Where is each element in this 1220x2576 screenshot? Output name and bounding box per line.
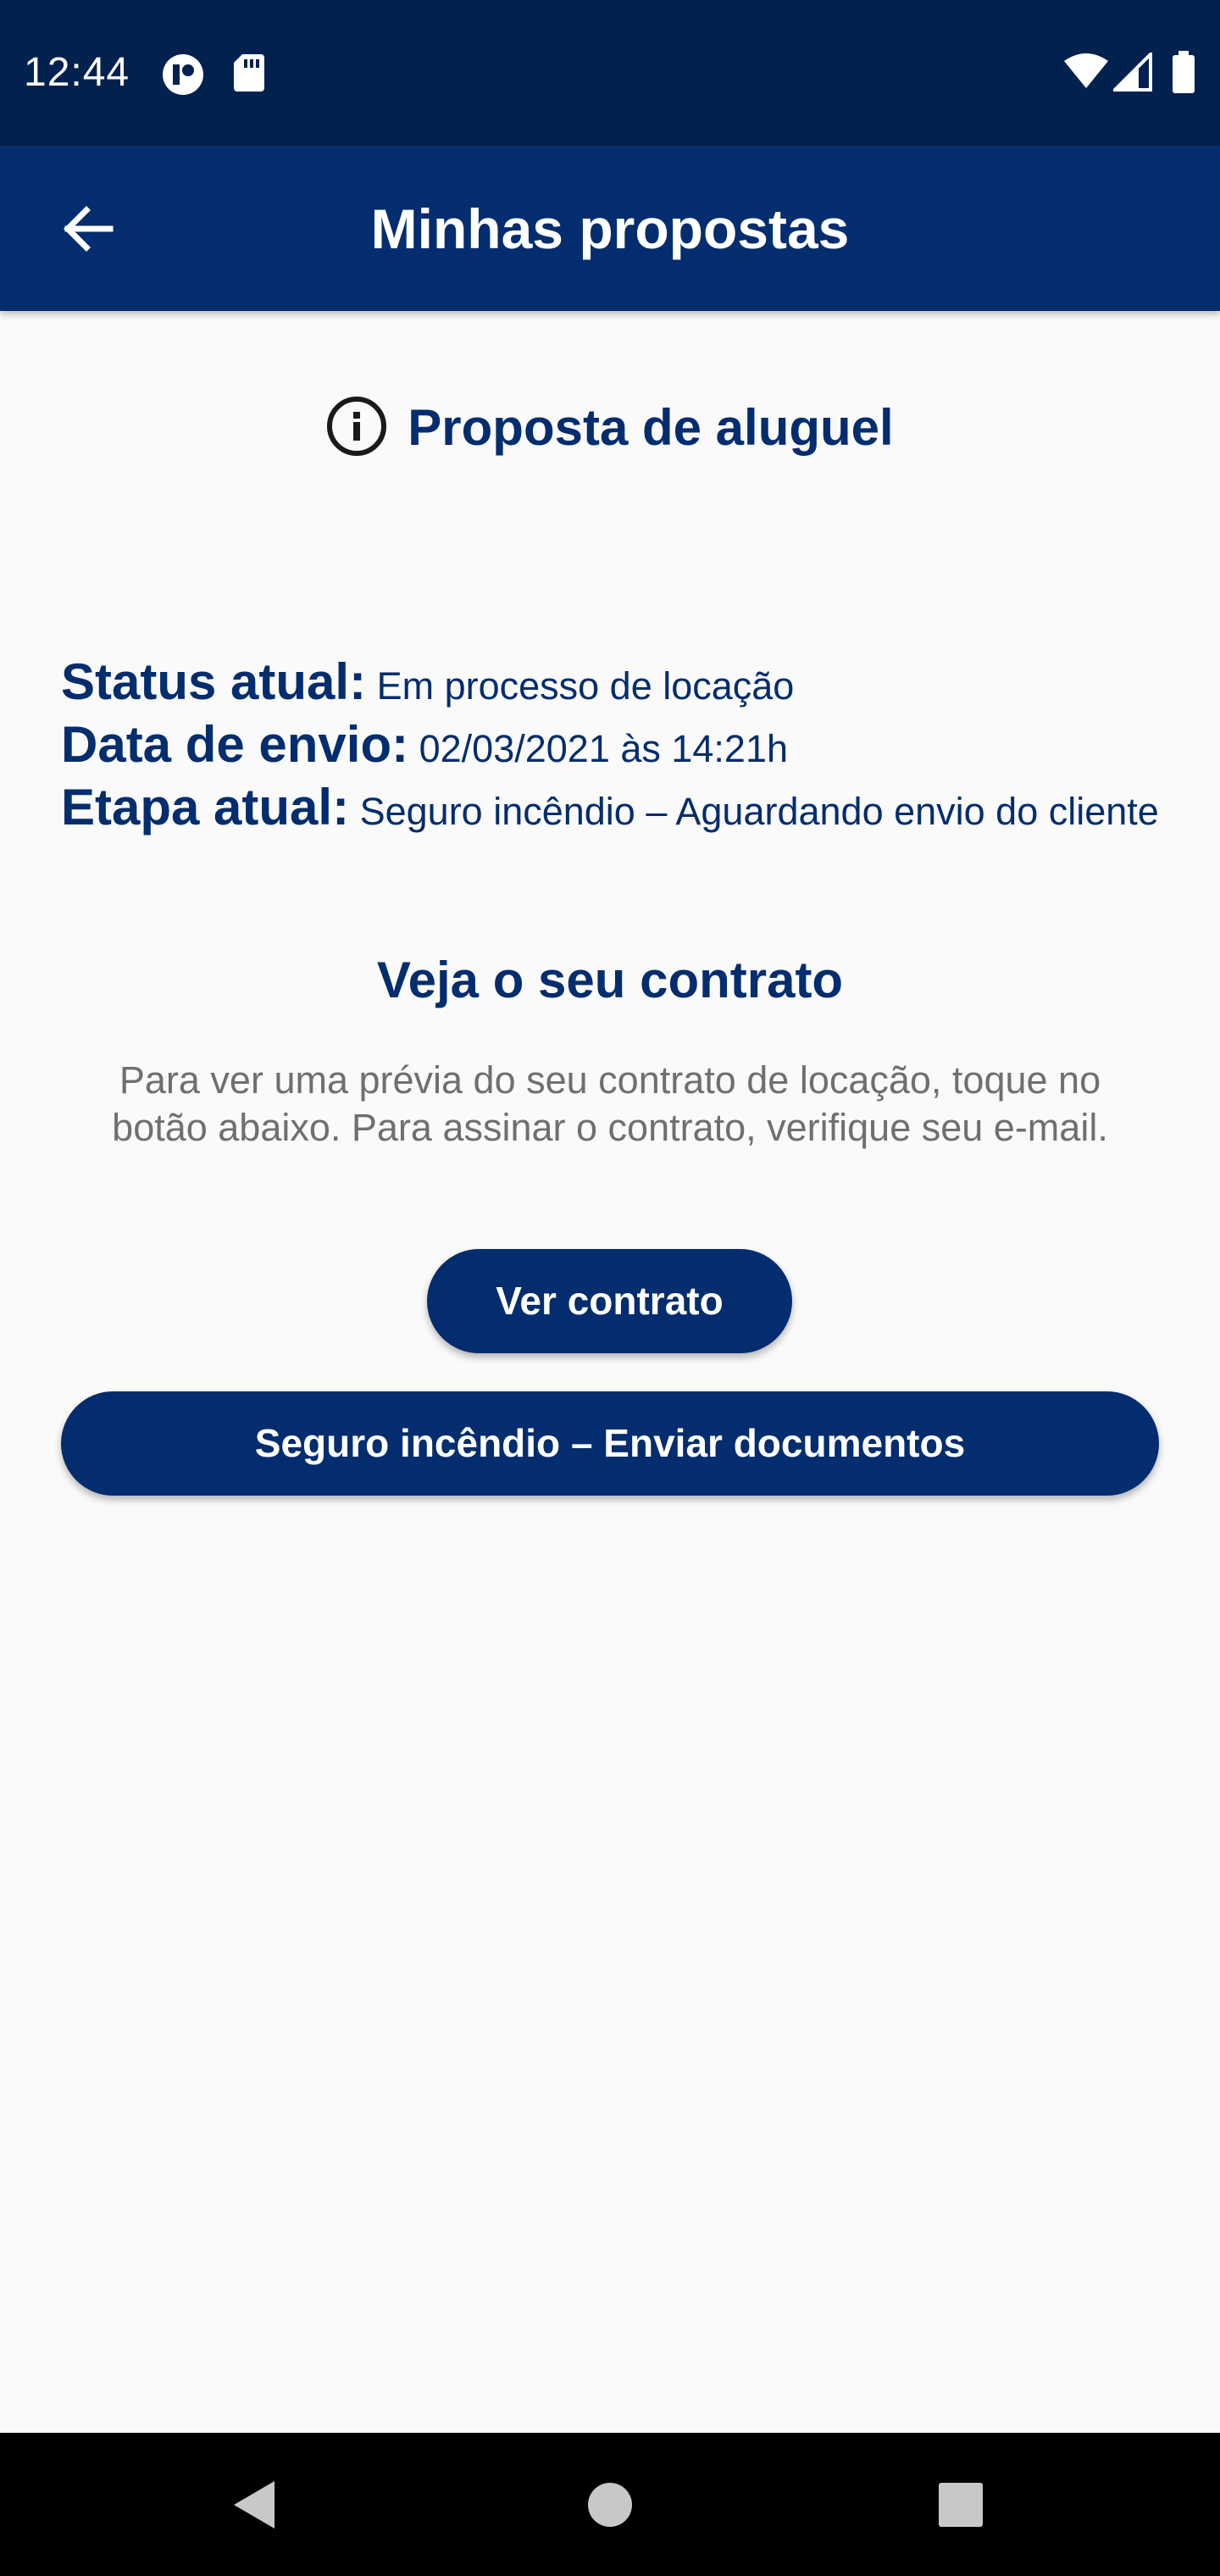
wifi-icon: [1062, 53, 1110, 94]
date-value: 02/03/2021 às 14:21h: [419, 727, 789, 770]
step-value: Seguro incêndio – Aguardando envio do cl…: [359, 790, 1159, 833]
system-nav-bar: [0, 2433, 1220, 2576]
proposal-info: Status atual: Em processo de locação Dat…: [61, 651, 1162, 839]
status-line: Status atual: Em processo de locação: [61, 651, 1162, 713]
status-value: Em processo de locação: [376, 664, 795, 708]
status-bar: 12:44: [0, 0, 1220, 146]
date-label: Data de envio:: [61, 716, 409, 773]
nav-back-icon[interactable]: [212, 2462, 297, 2547]
step-label: Etapa atual:: [61, 779, 350, 836]
view-contract-button[interactable]: Ver contrato: [427, 1249, 792, 1353]
contract-description: Para ver uma prévia do seu contrato de l…: [112, 1058, 1108, 1149]
info-icon: [326, 396, 387, 461]
step-line: Etapa atual: Seguro incêndio – Aguardand…: [61, 776, 1162, 839]
status-label: Status atual:: [61, 653, 367, 710]
send-documents-button[interactable]: Seguro incêndio – Enviar documentos: [61, 1391, 1159, 1496]
status-time: 12:44: [24, 50, 130, 95]
nav-home-icon[interactable]: [568, 2462, 652, 2547]
proposal-heading: Proposta de aluguel: [0, 394, 1220, 462]
battery-icon: [1171, 51, 1196, 97]
sd-card-icon: [232, 53, 266, 97]
app-bar: Minhas propostas: [0, 146, 1220, 311]
page-title: Minhas propostas: [370, 197, 850, 260]
cell-signal-icon: [1111, 50, 1152, 96]
nav-recents-icon[interactable]: [918, 2462, 1003, 2547]
app-notification-icon: [161, 53, 205, 101]
contract-title: Veja o seu contrato: [376, 952, 844, 1008]
date-line: Data de envio: 02/03/2021 às 14:21h: [61, 713, 1162, 776]
proposal-heading-label: Proposta de aluguel: [408, 399, 894, 456]
